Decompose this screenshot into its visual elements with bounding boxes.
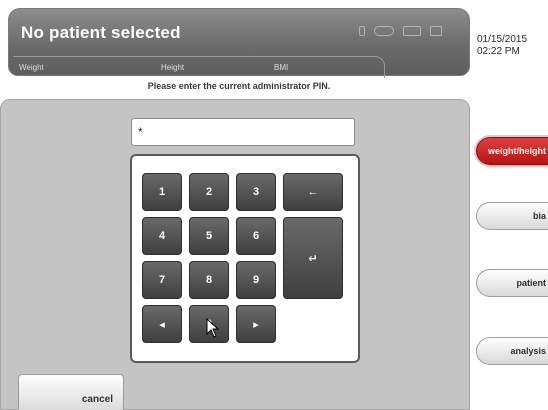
cursor-left-key[interactable]: ◂ (142, 305, 182, 343)
cancel-button[interactable]: cancel (18, 374, 124, 410)
enter-key[interactable]: ↵ (283, 217, 343, 299)
status-icons (359, 25, 442, 37)
patient-status-title: No patient selected (21, 23, 181, 42)
key-7[interactable]: 7 (142, 261, 182, 299)
tab-analysis[interactable]: analysis (476, 337, 548, 365)
patient-header: No patient selected Weight Height BMI (8, 8, 470, 78)
battery-icon (359, 26, 365, 36)
tab-bia[interactable]: bia (476, 202, 548, 230)
key-1[interactable]: 1 (142, 173, 182, 211)
tab-patient[interactable]: patient (476, 269, 548, 297)
weight-label: Weight (19, 63, 44, 72)
key-5[interactable]: 5 (189, 217, 229, 255)
time-text: 02:22 PM (477, 46, 520, 57)
backspace-key[interactable]: ← (283, 173, 343, 211)
key-9[interactable]: 9 (236, 261, 276, 299)
key-0[interactable]: 0 (189, 305, 229, 343)
pin-input[interactable]: * (131, 118, 355, 146)
scale-icon (374, 26, 394, 36)
datetime: 01/15/2015 02:22 PM (477, 34, 527, 58)
key-8[interactable]: 8 (189, 261, 229, 299)
network-icon (430, 26, 442, 36)
key-6[interactable]: 6 (236, 217, 276, 255)
patient-stats-bar (13, 56, 385, 78)
cursor-right-key[interactable]: ▸ (236, 305, 276, 343)
date-text: 01/15/2015 (477, 34, 528, 45)
key-3[interactable]: 3 (236, 173, 276, 211)
numeric-keypad: 1 2 3 ← 4 5 6 ↵ 7 8 9 ◂ 0 ▸ (130, 154, 360, 363)
key-4[interactable]: 4 (142, 217, 182, 255)
transfer-icon (403, 26, 421, 36)
key-2[interactable]: 2 (189, 173, 229, 211)
height-label: Height (161, 63, 185, 72)
pin-prompt: Please enter the current administrator P… (147, 81, 331, 91)
tab-weight-height[interactable]: weight/height (476, 137, 548, 165)
bmi-label: BMI (274, 63, 289, 72)
